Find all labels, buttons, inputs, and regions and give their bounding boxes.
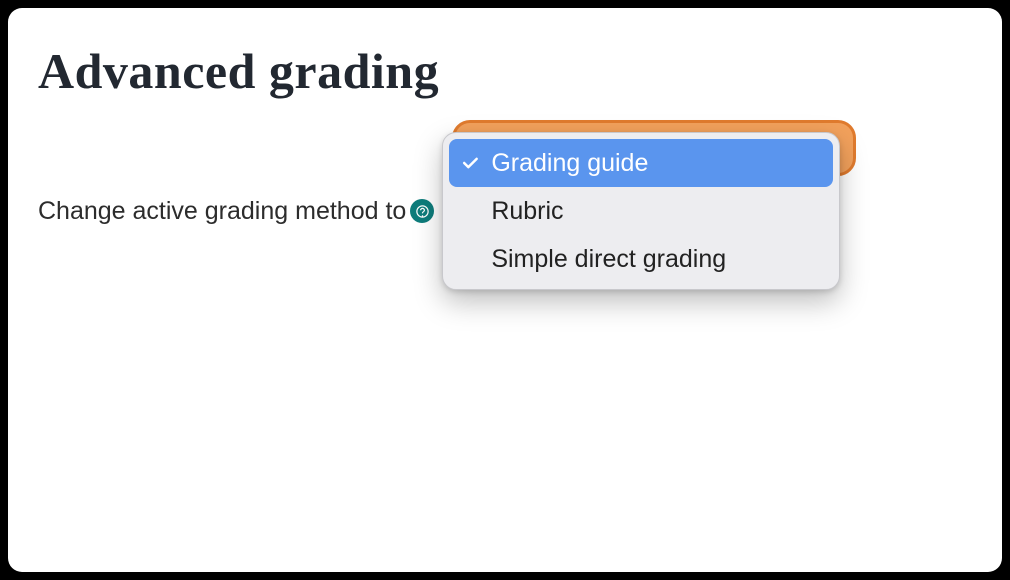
option-label: Rubric	[491, 197, 563, 226]
option-simple-direct-grading[interactable]: Simple direct grading	[449, 235, 833, 283]
grading-method-dropdown[interactable]: Grading guide Rubric Simple direct gradi…	[442, 132, 840, 290]
option-rubric[interactable]: Rubric	[449, 187, 833, 235]
option-label: Simple direct grading	[491, 245, 726, 274]
grading-method-control: Change active grading method to ? Gradin…	[38, 132, 972, 290]
grading-method-select[interactable]: Grading guide Rubric Simple direct gradi…	[442, 132, 840, 290]
content-frame: Advanced grading Change active grading m…	[8, 8, 1002, 572]
checkmark-icon	[459, 153, 481, 173]
help-icon[interactable]: ?	[410, 199, 434, 223]
option-label: Grading guide	[491, 149, 648, 178]
grading-method-label: Change active grading method to	[38, 197, 406, 226]
page-title: Advanced grading	[38, 42, 972, 100]
option-grading-guide[interactable]: Grading guide	[449, 139, 833, 187]
